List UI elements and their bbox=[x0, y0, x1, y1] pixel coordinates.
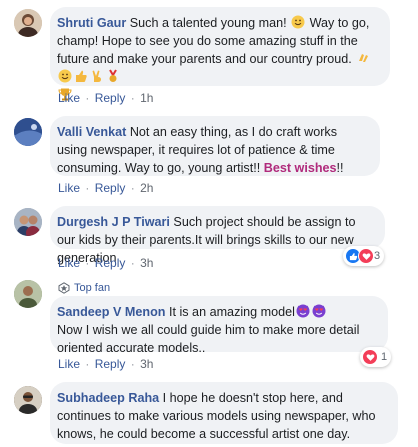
comment-actions: Like · Reply · 3h bbox=[58, 357, 153, 371]
avatar[interactable] bbox=[14, 386, 42, 414]
avatar[interactable] bbox=[14, 208, 42, 236]
separator: · bbox=[85, 256, 90, 270]
separator: · bbox=[130, 91, 135, 105]
reply-link[interactable]: Reply bbox=[95, 181, 126, 195]
comment-text-continued: Now I wish we all could guide him to mak… bbox=[57, 323, 360, 355]
thumbs-up-emoji-icon bbox=[76, 70, 87, 82]
heart-eyes-emoji-icon bbox=[312, 304, 326, 318]
comment-timestamp[interactable]: 2h bbox=[140, 181, 153, 195]
victory-emoji-icon bbox=[92, 70, 101, 82]
avatar[interactable] bbox=[14, 280, 42, 308]
reaction-count: 3 bbox=[374, 250, 381, 262]
highlighted-text: Best wishes bbox=[263, 161, 337, 175]
comment-actions: Like · Reply · 2h bbox=[58, 181, 153, 195]
comment-bubble: Subhadeep Raha I hope he doesn't stop he… bbox=[50, 382, 398, 444]
love-reaction-icon bbox=[358, 248, 374, 264]
separator: · bbox=[85, 91, 90, 105]
clap-emoji-icon bbox=[359, 54, 369, 62]
separator: · bbox=[130, 181, 135, 195]
avatar[interactable] bbox=[14, 118, 42, 146]
heart-eyes-emoji-icon bbox=[296, 304, 310, 318]
comment-author[interactable]: Shruti Gaur bbox=[57, 16, 126, 30]
comment-author[interactable]: Subhadeep Raha bbox=[57, 391, 159, 405]
avatar[interactable] bbox=[14, 9, 42, 37]
comment-text: It is an amazing model bbox=[168, 305, 295, 319]
reply-link[interactable]: Reply bbox=[95, 256, 126, 270]
separator: · bbox=[130, 256, 135, 270]
comment-text-continued: !! bbox=[336, 161, 344, 175]
reaction-count: 1 bbox=[381, 351, 388, 363]
comment-actions: Like · Reply · 3h bbox=[58, 256, 153, 270]
smile-emoji-icon bbox=[291, 15, 305, 29]
reply-link[interactable]: Reply bbox=[95, 91, 126, 105]
medal-emoji-icon bbox=[109, 69, 117, 82]
comment-bubble: Durgesh J P Tiwari Such project should b… bbox=[50, 206, 385, 265]
smile-emoji-icon bbox=[58, 69, 72, 83]
like-link[interactable]: Like bbox=[58, 91, 80, 105]
reply-link[interactable]: Reply bbox=[95, 357, 126, 371]
comment-bubble: Valli Venkat Not an easy thing, as I do … bbox=[50, 116, 380, 176]
comment-author[interactable]: Durgesh J P Tiwari bbox=[57, 215, 170, 229]
comment-timestamp[interactable]: 3h bbox=[140, 357, 153, 371]
comment-bubble: Shruti Gaur Such a talented young man! W… bbox=[50, 7, 390, 101]
like-link[interactable]: Like bbox=[58, 357, 80, 371]
top-fan-label: Top fan bbox=[74, 282, 111, 294]
comment-timestamp[interactable]: 3h bbox=[140, 256, 153, 270]
comment-author[interactable]: Valli Venkat bbox=[57, 125, 126, 139]
love-reaction-icon bbox=[362, 349, 378, 365]
comment-author[interactable]: Sandeep V Menon bbox=[57, 305, 165, 319]
comment-text: Such a talented young man! bbox=[129, 16, 291, 30]
like-link[interactable]: Like bbox=[58, 181, 80, 195]
comment-bubble: Sandeep V Menon It is an amazing model No… bbox=[50, 296, 388, 355]
reaction-summary[interactable]: 1 bbox=[360, 347, 392, 367]
comment-actions: Like · Reply · 1h bbox=[58, 91, 153, 105]
separator: · bbox=[85, 181, 90, 195]
reaction-summary[interactable]: 3 bbox=[343, 246, 385, 266]
top-fan-badge[interactable]: Top fan bbox=[58, 282, 110, 294]
separator: · bbox=[85, 357, 90, 371]
separator: · bbox=[130, 357, 135, 371]
comment-timestamp[interactable]: 1h bbox=[140, 91, 153, 105]
like-link[interactable]: Like bbox=[58, 256, 80, 270]
top-fan-icon bbox=[58, 282, 70, 294]
